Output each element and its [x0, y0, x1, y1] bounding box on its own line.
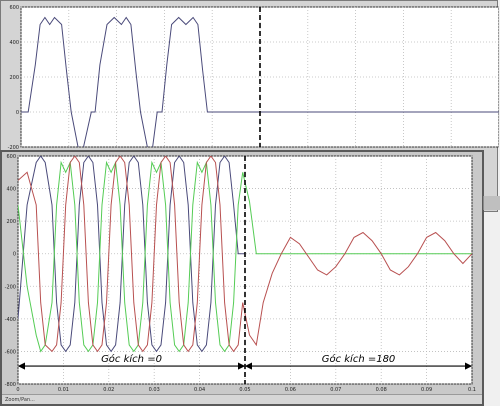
y-tick-label: 200 — [6, 219, 16, 225]
y-tick-label: -400 — [5, 317, 16, 323]
x-tick-label: 0.03 — [149, 387, 160, 393]
bottom-chart: 0 0.01 0.02 0.03 0.04 0.05 0.06 0.07 0.08 0.09 0.1… — [5, 154, 476, 393]
annotation-label: Góc kích =180 — [322, 353, 396, 365]
x-tick-label: 0.09 — [421, 387, 432, 393]
y-tick-label: -800 — [5, 382, 16, 388]
window-edge-tab — [483, 196, 500, 210]
y-tick-label: 600 — [9, 5, 19, 11]
annotation-label: Góc kích =0 — [101, 353, 162, 365]
y-tick-label: 400 — [6, 187, 16, 193]
x-tick-label: 0.04 — [194, 387, 205, 393]
y-tick-label: 400 — [9, 40, 19, 46]
y-tick-label: 0 — [16, 110, 19, 116]
y-tick-label: -200 — [5, 284, 16, 290]
status-bar: Zoom/Pan... — [2, 394, 482, 404]
x-tick-label: 0.05 — [239, 387, 250, 393]
y-tick-label: 200 — [9, 75, 19, 81]
x-tick-label: 0.02 — [103, 387, 114, 393]
x-tick-label: 0.01 — [58, 387, 69, 393]
y-tick-label: 600 — [6, 154, 16, 160]
bottom-figure-window: 0 0.01 0.02 0.03 0.04 0.05 0.06 0.07 0.08 0.09 0.1… — [0, 150, 484, 406]
x-tick-label: 0.06 — [285, 387, 296, 393]
y-tick-label: 0 — [13, 252, 16, 258]
x-tick-label: 0.1 — [468, 387, 476, 393]
y-tick-label: -600 — [5, 349, 16, 355]
x-tick-label: 0 — [16, 387, 19, 393]
x-tick-label: 0.08 — [376, 387, 387, 393]
x-tick-label: 0.07 — [330, 387, 341, 393]
